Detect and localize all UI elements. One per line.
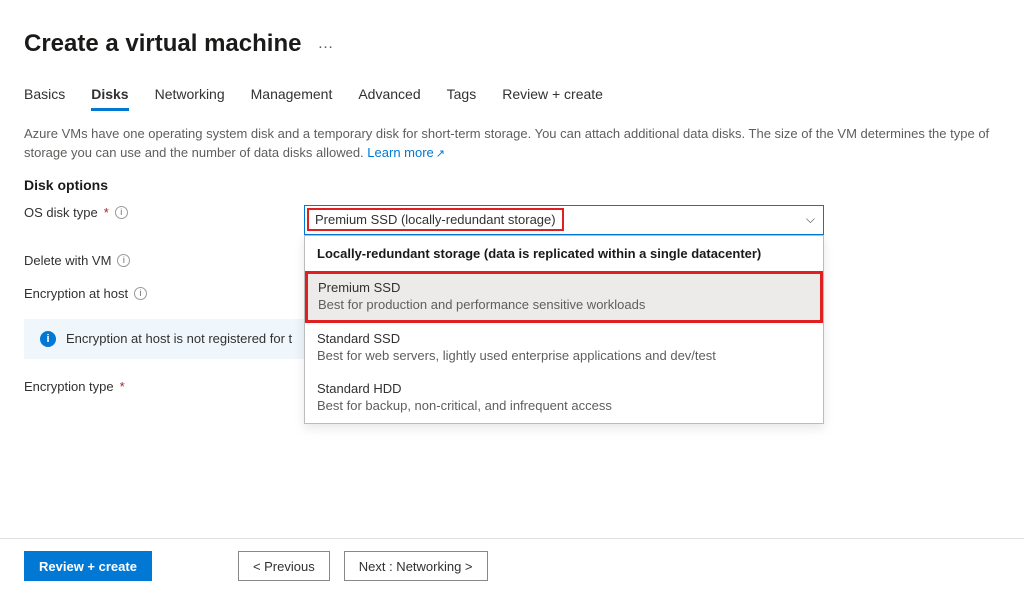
more-actions-button[interactable]: … xyxy=(317,35,333,53)
dropdown-option-desc: Best for backup, non-critical, and infre… xyxy=(317,398,811,413)
tab-disks[interactable]: Disks xyxy=(91,86,128,111)
tab-strip: Basics Disks Networking Management Advan… xyxy=(24,86,1000,111)
encryption-at-host-label: Encryption at host xyxy=(24,286,128,301)
tab-review-create[interactable]: Review + create xyxy=(502,86,603,111)
wizard-footer: Review + create < Previous Next : Networ… xyxy=(0,538,1024,593)
tab-tags[interactable]: Tags xyxy=(447,86,477,111)
learn-more-link[interactable]: Learn more↗ xyxy=(367,145,445,160)
dropdown-option-title: Premium SSD xyxy=(318,280,810,295)
info-icon[interactable]: i xyxy=(134,287,147,300)
dropdown-group-header: Locally-redundant storage (data is repli… xyxy=(305,236,823,271)
dropdown-option-desc: Best for web servers, lightly used enter… xyxy=(317,348,811,363)
next-button[interactable]: Next : Networking > xyxy=(344,551,488,581)
tab-management[interactable]: Management xyxy=(251,86,333,111)
os-disk-type-select[interactable]: Premium SSD (locally-redundant storage) … xyxy=(304,205,824,235)
info-circle-icon: i xyxy=(40,331,56,347)
dropdown-option-title: Standard HDD xyxy=(317,381,811,396)
dropdown-option-standard-ssd[interactable]: Standard SSD Best for web servers, light… xyxy=(305,323,823,373)
chevron-down-icon: ⌵ xyxy=(806,212,815,227)
disk-options-heading: Disk options xyxy=(24,177,1000,193)
os-disk-type-value: Premium SSD (locally-redundant storage) xyxy=(307,208,564,231)
os-disk-type-dropdown: Locally-redundant storage (data is repli… xyxy=(304,235,824,424)
info-icon[interactable]: i xyxy=(115,206,128,219)
required-marker: * xyxy=(120,379,125,394)
delete-with-vm-label: Delete with VM xyxy=(24,253,111,268)
info-icon[interactable]: i xyxy=(117,254,130,267)
review-create-button[interactable]: Review + create xyxy=(24,551,152,581)
tab-basics[interactable]: Basics xyxy=(24,86,65,111)
required-marker: * xyxy=(104,205,109,220)
dropdown-option-title: Standard SSD xyxy=(317,331,811,346)
intro-text: Azure VMs have one operating system disk… xyxy=(24,125,1000,163)
dropdown-option-standard-hdd[interactable]: Standard HDD Best for backup, non-critic… xyxy=(305,373,823,423)
tab-advanced[interactable]: Advanced xyxy=(358,86,420,111)
encryption-type-label: Encryption type xyxy=(24,379,114,394)
tab-networking[interactable]: Networking xyxy=(155,86,225,111)
dropdown-option-desc: Best for production and performance sens… xyxy=(318,297,810,312)
external-link-icon: ↗ xyxy=(436,147,445,163)
os-disk-type-label: OS disk type xyxy=(24,205,98,220)
dropdown-option-premium-ssd[interactable]: Premium SSD Best for production and perf… xyxy=(305,271,823,323)
page-title: Create a virtual machine xyxy=(24,30,301,58)
previous-button[interactable]: < Previous xyxy=(238,551,330,581)
banner-text: Encryption at host is not registered for… xyxy=(66,331,292,346)
